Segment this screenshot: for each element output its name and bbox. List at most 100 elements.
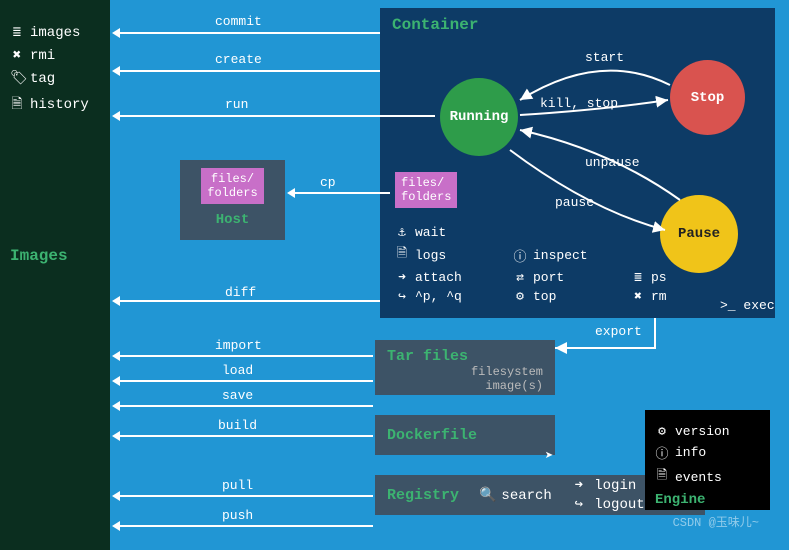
host-files-folders: files/ folders: [201, 168, 263, 204]
tarfiles-filesystem: filesystem: [387, 365, 543, 379]
cmd-exec: >_ exec: [720, 298, 775, 313]
label: rmi: [30, 48, 55, 64]
list-icon: ≣: [631, 270, 645, 285]
tarfiles-title: Tar files: [387, 348, 543, 365]
label: info: [675, 445, 706, 460]
cursor-icon: ➤: [545, 448, 553, 465]
tarfiles-images: image(s): [387, 379, 543, 393]
logout-icon: ↪: [572, 496, 586, 513]
x-icon: ✖: [631, 289, 645, 304]
line-export: [555, 318, 675, 358]
label: attach: [415, 270, 462, 285]
engine-box: ⚙ version ⓘ info 🗎 events Engine: [645, 410, 770, 510]
cmd-ps: ≣ ps: [631, 270, 741, 285]
label: ^p, ^q: [415, 289, 462, 304]
registry-title: Registry: [387, 487, 459, 504]
host-box: files/ folders Host: [180, 160, 285, 240]
line-run: [115, 115, 435, 117]
cmd-logs: 🗎 logs: [395, 244, 505, 266]
engine-version: ⚙ version: [655, 424, 760, 439]
arrow-save: save: [222, 388, 253, 403]
sidebar-item-history: 🗎 history: [10, 93, 100, 117]
cmd-top: ⚙ top: [513, 289, 623, 304]
label: port: [533, 270, 564, 285]
line-build: [115, 435, 373, 437]
doc-icon: 🗎: [395, 244, 409, 266]
label: login: [594, 478, 636, 494]
exit-icon: ↪: [395, 289, 409, 304]
transition-unpause: unpause: [585, 155, 640, 170]
label: ps: [651, 270, 667, 285]
watermark: CSDN @玉味儿~: [673, 513, 759, 530]
arrow-diff: diff: [225, 285, 256, 300]
line-import: [115, 355, 373, 357]
host-label: Host: [180, 212, 285, 228]
registry-search: 🔍 search: [479, 487, 552, 504]
search-icon: 🔍: [479, 487, 493, 504]
tarfiles-box: Tar files filesystem image(s): [375, 340, 555, 395]
list-icon: ≣: [10, 24, 24, 41]
line-pull: [115, 495, 373, 497]
arrow-build: build: [218, 418, 257, 433]
gear-icon: ⚙: [655, 424, 669, 439]
transition-kill-stop: kill, stop: [540, 96, 618, 111]
arrow-create: create: [215, 52, 262, 67]
transition-pause: pause: [555, 195, 594, 210]
line-load: [115, 380, 373, 382]
sidebar-item-images: ≣ images: [10, 24, 100, 41]
line-commit: [115, 32, 380, 34]
registry-login: ➜ login: [572, 477, 645, 494]
arrow-load: load: [222, 363, 253, 378]
arrow-cp: cp: [320, 175, 336, 190]
label: inspect: [533, 248, 588, 263]
label: images: [30, 25, 80, 41]
anchor-icon: ⚓: [395, 225, 409, 240]
arrow-icon: ➜: [395, 270, 409, 285]
arrow-commit: commit: [215, 14, 262, 29]
label: history: [30, 97, 89, 113]
arrow-run: run: [225, 97, 248, 112]
label: wait: [415, 225, 446, 240]
terminal-icon: >_: [720, 298, 736, 313]
line-save: [115, 405, 373, 407]
label: events: [675, 470, 722, 485]
label: top: [533, 289, 556, 304]
cmd-attach: ➜ attach: [395, 270, 505, 285]
arrow-pull: pull: [222, 478, 253, 493]
doc-icon: 🗎: [655, 466, 669, 488]
swap-icon: ⇄: [513, 270, 527, 285]
tag-icon: 🏷: [10, 70, 24, 87]
engine-title: Engine: [655, 492, 760, 508]
arrow-push: push: [222, 508, 253, 523]
info-icon: ⓘ: [655, 443, 669, 462]
sidebar-title: Images: [10, 247, 100, 265]
registry-logout: ↪ logout: [572, 496, 645, 513]
label: tag: [30, 71, 55, 87]
label: exec: [743, 298, 774, 313]
gear-icon: ⚙: [513, 289, 527, 304]
container-title: Container: [392, 16, 763, 34]
label: logout: [594, 497, 644, 513]
cmd-inspect: ⓘinspect: [513, 244, 623, 266]
engine-events: 🗎 events: [655, 466, 760, 488]
container-files-folders: files/ folders: [395, 172, 457, 208]
label: version: [675, 424, 730, 439]
label: rm: [651, 289, 667, 304]
arrow-import: import: [215, 338, 262, 353]
engine-info: ⓘ info: [655, 443, 760, 462]
line-cp: [290, 192, 390, 194]
dockerfile-title: Dockerfile: [387, 427, 477, 444]
dockerfile-box: Dockerfile: [375, 415, 555, 455]
x-icon: ✖: [10, 47, 24, 64]
transition-start: start: [585, 50, 624, 65]
sidebar-item-rmi: ✖ rmi: [10, 47, 100, 64]
line-create: [115, 70, 380, 72]
label: search: [501, 488, 551, 504]
doc-icon: 🗎: [10, 93, 24, 117]
sidebar-item-tag: 🏷 tag: [10, 70, 100, 87]
label: logs: [415, 248, 446, 263]
cmd-wait: ⚓ wait: [395, 225, 505, 240]
images-sidebar: ≣ images ✖ rmi 🏷 tag 🗎 history Images: [0, 0, 110, 550]
state-stop: Stop: [670, 60, 745, 135]
container-commands: ⚓ wait 🗎 logs ⓘinspect ➜ attach ⇄ port ≣ ps ↪…: [395, 225, 765, 304]
